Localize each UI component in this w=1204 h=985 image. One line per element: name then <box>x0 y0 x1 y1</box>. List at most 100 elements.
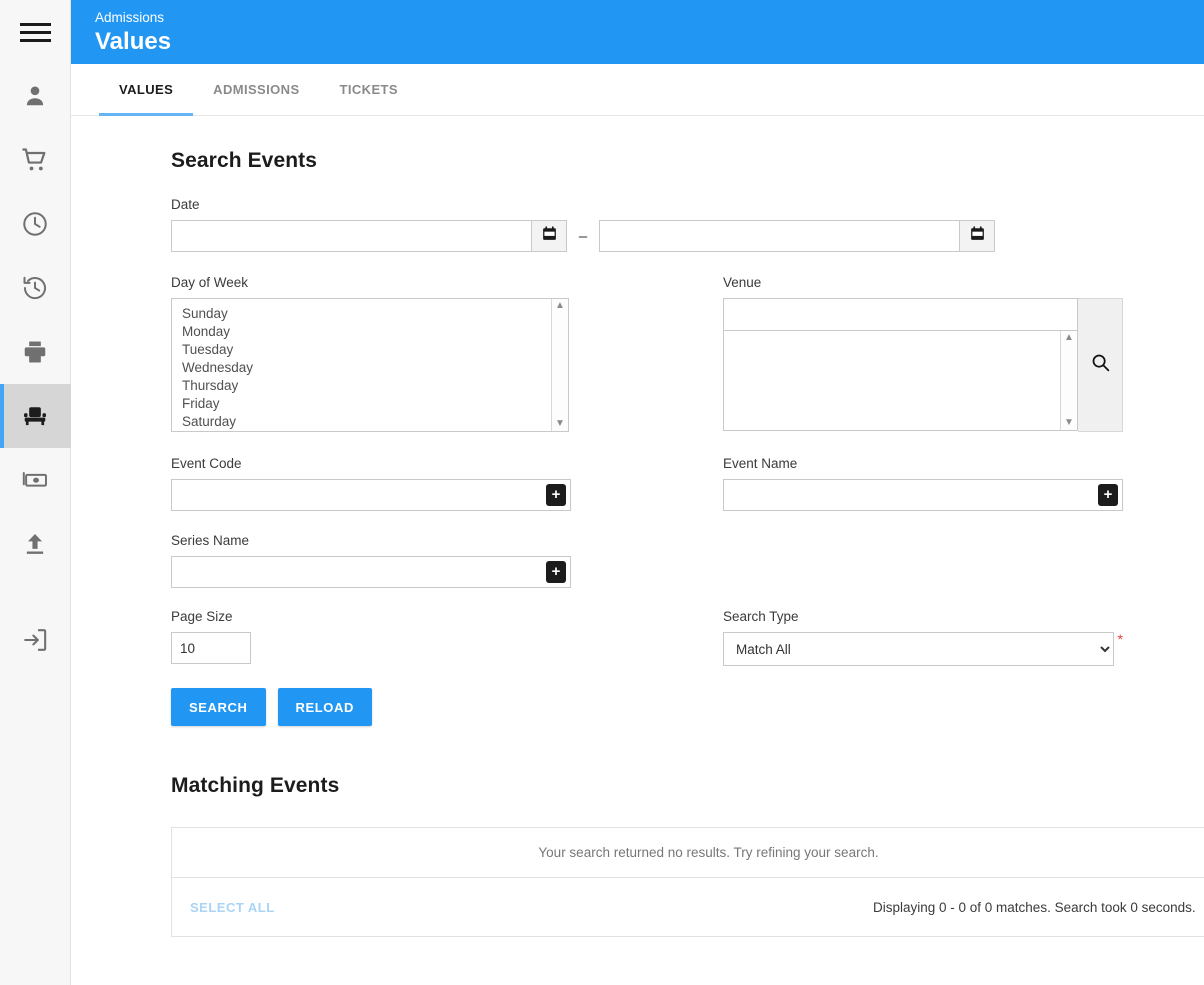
series-name-add-button[interactable]: + <box>546 561 566 583</box>
hamburger-menu-button[interactable] <box>0 0 71 64</box>
event-name-add-button[interactable]: + <box>1098 484 1118 506</box>
date-field-group: Date – <box>171 197 1204 252</box>
hamburger-icon <box>19 18 51 47</box>
cart-icon <box>21 146 49 174</box>
search-type-label: Search Type <box>723 609 799 624</box>
day-of-week-listbox[interactable]: Sunday Monday Tuesday Wednesday Thursday… <box>171 298 569 432</box>
page-title: Values <box>95 28 172 55</box>
date-to-group <box>599 220 995 252</box>
day-of-week-scrollbar[interactable]: ▲ ▼ <box>551 299 568 431</box>
event-code-group: Event Code + <box>171 456 723 511</box>
person-icon <box>22 83 48 109</box>
search-button[interactable]: SEARCH <box>171 688 266 726</box>
list-item[interactable]: Friday <box>182 395 551 413</box>
sidebar-item-event-seat[interactable] <box>0 384 71 448</box>
sidebar-item-clock[interactable] <box>0 192 71 256</box>
event-code-label: Event Code <box>171 456 242 471</box>
page-header: Admissions Values <box>71 0 1204 64</box>
search-type-group: Search Type Match All Match Any * <box>723 609 1123 666</box>
event-seat-icon <box>21 402 49 430</box>
search-type-control: Match All Match Any * <box>723 632 1123 666</box>
calendar-icon <box>969 225 986 247</box>
venue-input[interactable] <box>723 298 1078 331</box>
venue-scrollbar[interactable]: ▲ ▼ <box>1060 331 1077 430</box>
dayofweek-venue-row: Day of Week Sunday Monday Tuesday Wednes… <box>171 275 1204 432</box>
day-of-week-label: Day of Week <box>171 275 249 290</box>
clock-icon <box>21 210 49 238</box>
reload-button[interactable]: RELOAD <box>277 688 372 726</box>
money-icon <box>21 466 49 494</box>
date-range-row: – <box>171 220 1204 252</box>
venue-group: Venue ▲ ▼ <box>723 275 1123 432</box>
chevron-down-icon[interactable]: ▼ <box>555 419 565 429</box>
page-size-label: Page Size <box>171 609 233 624</box>
series-name-row: Series Name + <box>171 533 1204 588</box>
sidebar-item-printer[interactable] <box>0 320 71 384</box>
app-root: Admissions Values VALUES ADMISSIONS TICK… <box>0 0 1204 985</box>
sidebar-item-cart[interactable] <box>0 128 71 192</box>
list-item[interactable]: Tuesday <box>182 341 551 359</box>
empty-results-message: Your search returned no results. Try ref… <box>172 828 1204 878</box>
venue-options <box>724 331 1060 430</box>
action-buttons: SEARCH RELOAD <box>171 688 1204 726</box>
pagination-area: Displaying 0 - 0 of 0 matches. Search to… <box>873 897 1204 917</box>
page-content: Search Events Date – Day of Week Sunday … <box>71 116 1204 985</box>
upload-icon <box>21 530 49 558</box>
date-to-calendar-button[interactable] <box>959 220 995 252</box>
tab-bar: VALUES ADMISSIONS TICKETS <box>71 64 1204 116</box>
sidebar <box>0 0 71 985</box>
venue-control: ▲ ▼ <box>723 298 1123 432</box>
date-from-calendar-button[interactable] <box>531 220 567 252</box>
list-item[interactable]: Wednesday <box>182 359 551 377</box>
calendar-icon <box>541 225 558 247</box>
chevron-down-icon[interactable]: ▼ <box>1064 418 1074 428</box>
event-code-input[interactable] <box>171 479 571 511</box>
list-item[interactable]: Sunday <box>182 305 551 323</box>
chevron-up-icon[interactable]: ▲ <box>1064 333 1074 343</box>
event-name-label: Event Name <box>723 456 798 471</box>
matching-events-heading: Matching Events <box>171 774 340 797</box>
select-all-link[interactable]: SELECT ALL <box>190 900 275 915</box>
sidebar-item-money[interactable] <box>0 448 71 512</box>
series-name-input[interactable] <box>171 556 571 588</box>
printer-icon <box>21 338 49 366</box>
sidebar-item-upload[interactable] <box>0 512 71 576</box>
results-panel: Your search returned no results. Try ref… <box>171 827 1204 937</box>
plus-icon: + <box>1103 486 1113 503</box>
list-item[interactable]: Monday <box>182 323 551 341</box>
event-name-input[interactable] <box>723 479 1123 511</box>
tab-values[interactable]: VALUES <box>99 64 194 116</box>
tab-admissions[interactable]: ADMISSIONS <box>193 64 319 115</box>
venue-search-button[interactable] <box>1078 298 1123 432</box>
results-footer: SELECT ALL Displaying 0 - 0 of 0 matches… <box>172 878 1204 936</box>
day-of-week-group: Day of Week Sunday Monday Tuesday Wednes… <box>171 275 723 432</box>
event-code-add-button[interactable]: + <box>546 484 566 506</box>
pagesize-searchtype-row: Page Size Search Type Match All Match An… <box>171 609 1204 666</box>
page-size-input[interactable] <box>171 632 251 664</box>
event-code-name-row: Event Code + Event Name + <box>171 456 1204 511</box>
tab-tickets[interactable]: TICKETS <box>320 64 418 115</box>
search-type-select[interactable]: Match All Match Any <box>723 632 1114 666</box>
series-name-spacer <box>723 533 1123 588</box>
date-from-input[interactable] <box>171 220 531 252</box>
venue-label: Venue <box>723 275 762 290</box>
series-name-group: Series Name + <box>171 533 723 588</box>
venue-listbox[interactable]: ▲ ▼ <box>723 331 1078 431</box>
date-range-separator: – <box>578 227 588 245</box>
plus-icon: + <box>551 563 561 580</box>
date-from-group <box>171 220 567 252</box>
required-asterisk: * <box>1117 631 1123 647</box>
event-name-field: + <box>723 479 1123 511</box>
chevron-up-icon[interactable]: ▲ <box>555 301 565 311</box>
sidebar-item-person[interactable] <box>0 64 71 128</box>
search-icon <box>1090 352 1111 378</box>
sidebar-item-history[interactable] <box>0 256 71 320</box>
sidebar-item-logout[interactable] <box>0 608 71 672</box>
history-icon <box>21 274 49 302</box>
main-area: Admissions Values VALUES ADMISSIONS TICK… <box>71 0 1204 985</box>
series-name-field: + <box>171 556 571 588</box>
date-to-input[interactable] <box>599 220 959 252</box>
list-item[interactable]: Thursday <box>182 377 551 395</box>
list-item[interactable]: Saturday <box>182 413 551 431</box>
date-label: Date <box>171 197 200 212</box>
